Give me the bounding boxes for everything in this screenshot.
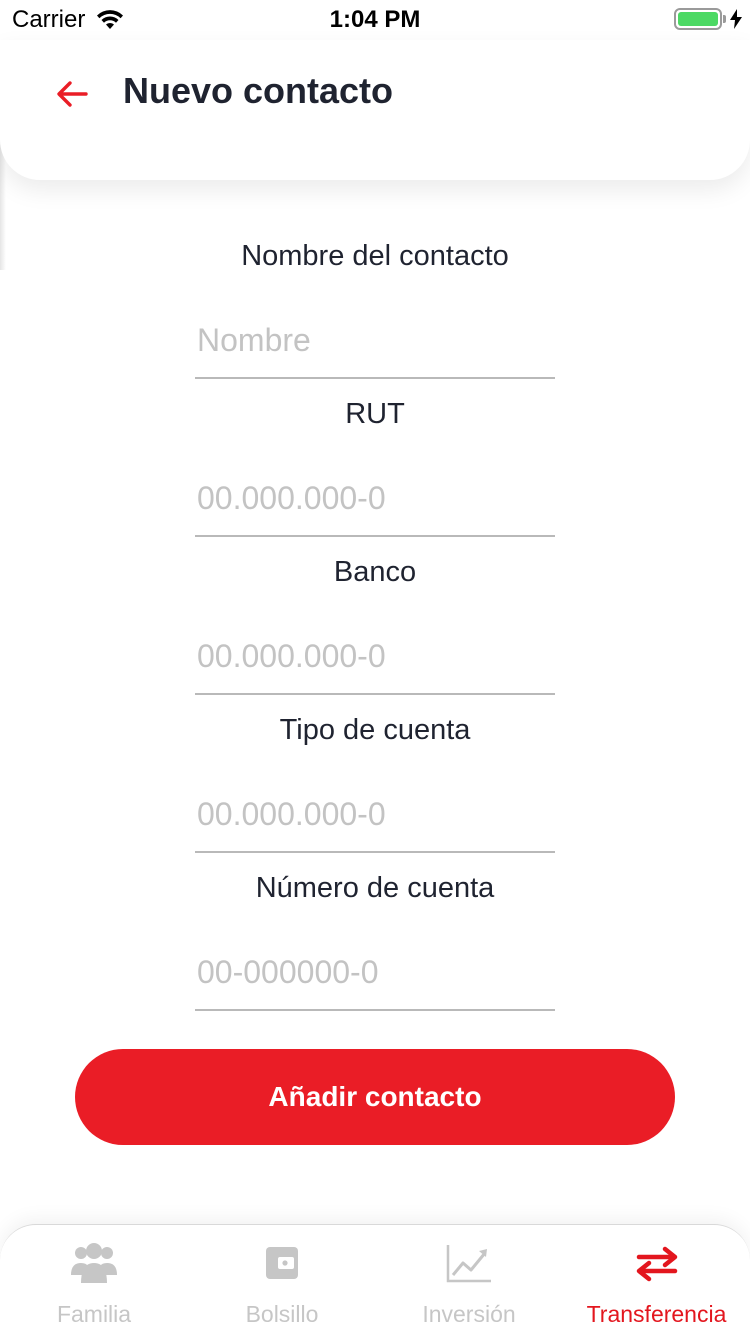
- rut-label: RUT: [345, 398, 405, 430]
- tab-bolsillo[interactable]: Bolsillo: [188, 1225, 376, 1334]
- status-time: 1:04 PM: [329, 6, 421, 33]
- tab-inversion[interactable]: Inversión: [375, 1225, 563, 1334]
- tab-label-familia: Familia: [56, 1301, 132, 1327]
- bank-label: Banco: [333, 556, 417, 588]
- account-type-input[interactable]: [195, 778, 555, 853]
- screen: Carrier 1:04 PM Nuevo contacto Nombre de…: [0, 0, 750, 1334]
- bank-input[interactable]: [195, 620, 555, 695]
- contact-form: Nombre del contacto RUT Banco Tipo de cu…: [0, 240, 750, 1030]
- wallet-icon: [266, 1247, 298, 1279]
- battery-icon: [674, 8, 722, 30]
- status-bar: Carrier 1:04 PM: [0, 0, 750, 40]
- account-number-label: Número de cuenta: [255, 872, 495, 904]
- battery-group: [674, 8, 742, 30]
- tab-label-inversion: Inversión: [422, 1301, 516, 1327]
- back-button[interactable]: [52, 74, 92, 114]
- transfer-arrows-icon: [636, 1246, 677, 1282]
- battery-fill: [678, 12, 718, 26]
- charging-bolt-icon: [730, 9, 742, 29]
- chart-line-icon: [446, 1245, 491, 1283]
- contact-name-input[interactable]: [195, 304, 555, 379]
- tab-transferencia[interactable]: Transferencia: [563, 1225, 750, 1334]
- contact-name-field: Nombre del contacto: [0, 240, 750, 398]
- add-contact-button[interactable]: Añadir contacto: [75, 1049, 675, 1145]
- arrow-left-icon: [57, 81, 88, 107]
- rut-input[interactable]: [195, 462, 555, 537]
- account-type-field: Tipo de cuenta: [0, 714, 750, 872]
- tab-label-transferencia: Transferencia: [586, 1301, 727, 1327]
- family-icon: [71, 1243, 117, 1283]
- battery-cap: [723, 15, 726, 23]
- contact-name-label: Nombre del contacto: [241, 240, 509, 272]
- bank-field: Banco: [0, 556, 750, 714]
- page-title: Nuevo contacto: [123, 70, 394, 111]
- tab-bar: Familia Bolsillo Inversión Transferencia: [0, 1224, 750, 1334]
- tab-familia[interactable]: Familia: [0, 1225, 188, 1334]
- account-number-field: Número de cuenta: [0, 872, 750, 1030]
- account-type-label: Tipo de cuenta: [279, 714, 471, 746]
- header: Nuevo contacto: [0, 40, 750, 180]
- account-number-input[interactable]: [195, 936, 555, 1011]
- tab-label-bolsillo: Bolsillo: [245, 1301, 319, 1327]
- rut-field: RUT: [0, 398, 750, 556]
